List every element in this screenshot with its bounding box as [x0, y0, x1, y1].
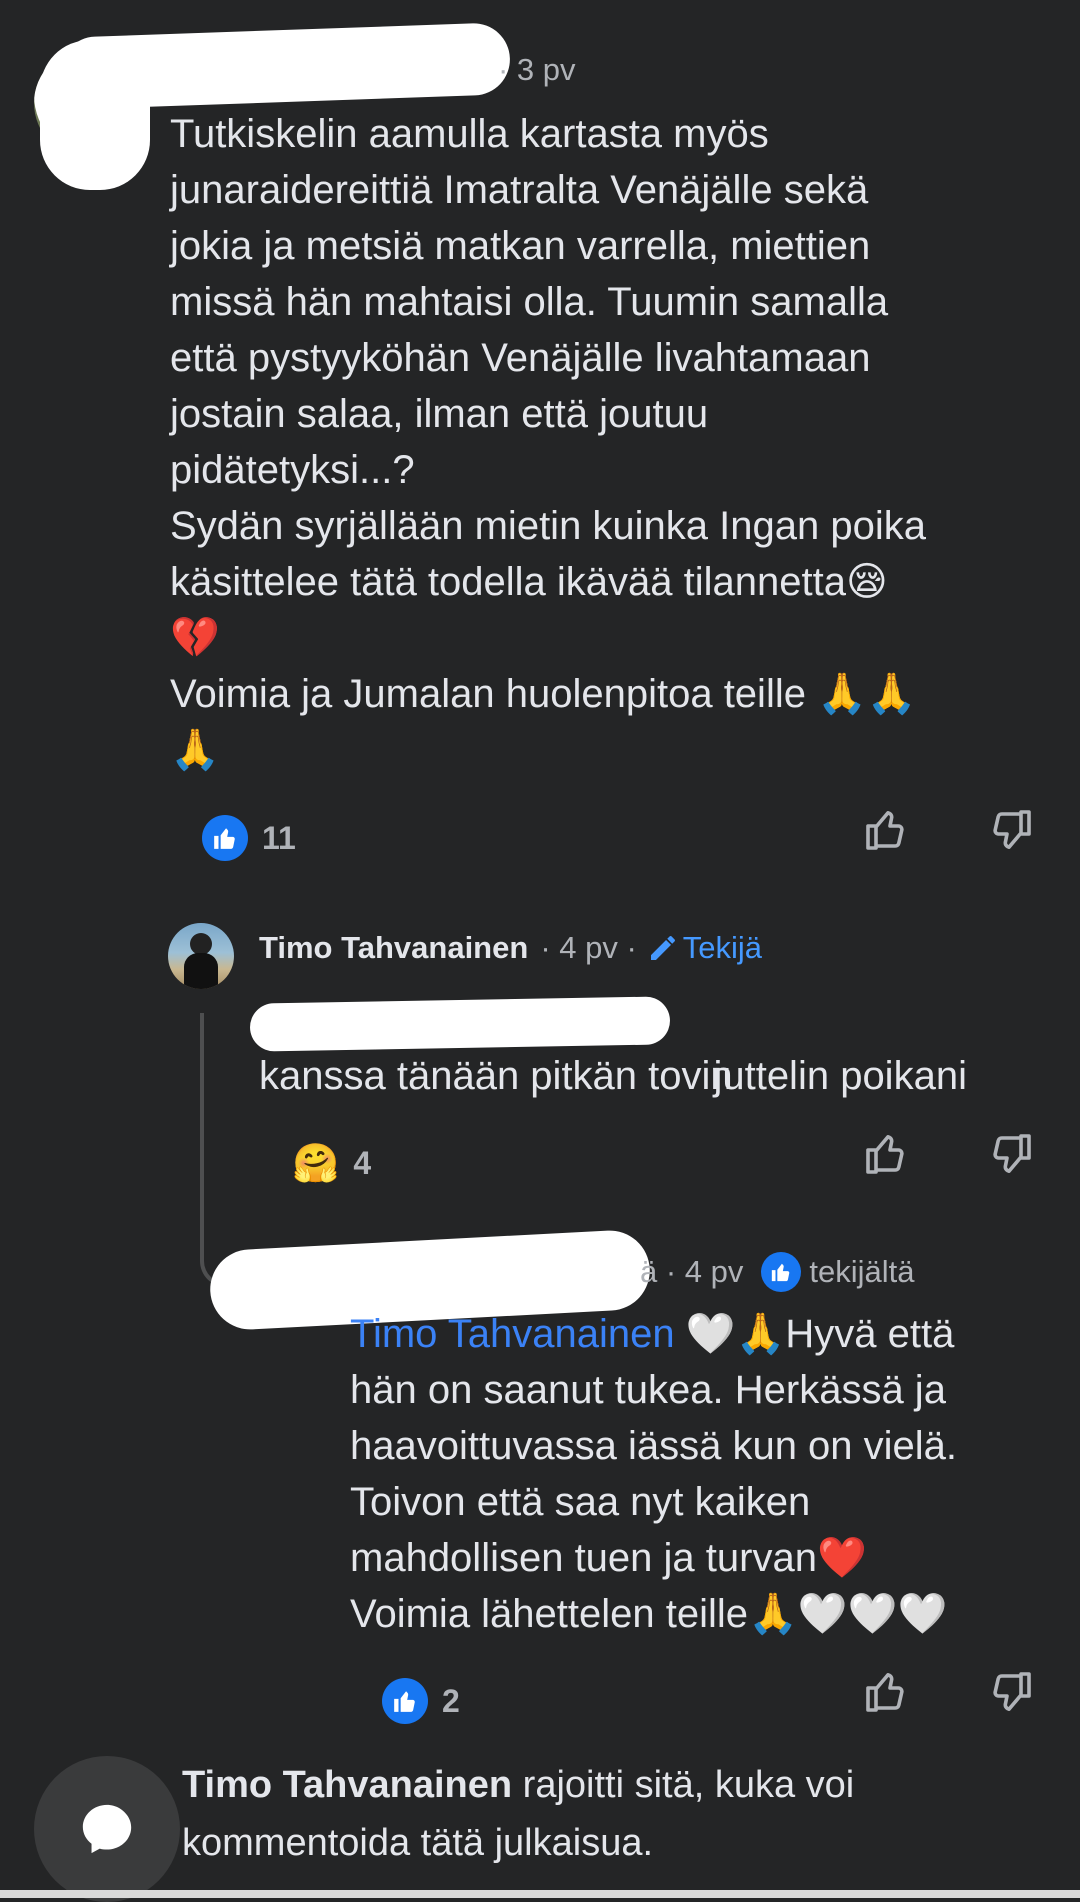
- reply1-author[interactable]: Timo Tahvanainen: [259, 930, 528, 966]
- comment1-line: jostain salaa, ilman että joutuu: [170, 392, 709, 436]
- thumbs-up-icon: [866, 811, 904, 850]
- redacted-mention-reply1: [249, 996, 671, 1052]
- reply2-time: ä · 4 pv: [640, 1254, 744, 1289]
- comment1-line: Voimia ja Jumalan huolenpitoa teille 🙏🙏: [170, 672, 917, 716]
- notice-author[interactable]: Timo Tahvanainen: [182, 1764, 512, 1806]
- like-reaction-icon: [761, 1252, 802, 1292]
- reply2-header: ä · 4 pv tekijältä: [640, 1252, 915, 1292]
- comment1-text: Tutkiskelin aamulla kartasta myös junara…: [170, 106, 1050, 778]
- thumbs-down-icon: [993, 810, 1031, 849]
- hug-reaction-icon: 🤗: [292, 1141, 340, 1185]
- comment1-line: missä hän mahtaisi olla. Tuumin samalla: [170, 280, 889, 324]
- reply2-upvote-button[interactable]: [862, 1668, 910, 1716]
- comment1-line: käsittelee tätä todella ikävää tilannett…: [170, 560, 888, 604]
- comment1-downvote-button[interactable]: [987, 806, 1035, 854]
- comment1-line: pidätetyksi...?: [170, 448, 415, 492]
- comment1-upvote-button[interactable]: [862, 806, 910, 854]
- reply2-line: Toivon että saa nyt kaiken: [350, 1480, 811, 1524]
- reply2-reactions[interactable]: 2: [382, 1678, 460, 1724]
- notice-line2: kommentoida tätä julkaisua.: [182, 1822, 654, 1864]
- comment1-line: 🙏: [170, 728, 220, 772]
- reply2-mention[interactable]: Timo Tahvanainen: [350, 1312, 675, 1356]
- comment1-line: Sydän syrjällään mietin kuinka Ingan poi…: [170, 504, 926, 548]
- pencil-icon: [650, 936, 675, 960]
- chat-bubble-icon: [82, 1804, 132, 1854]
- reply2-line: mahdollisen tuen ja turvan❤️: [350, 1536, 867, 1580]
- liked-by-author-label: tekijältä: [809, 1254, 915, 1289]
- reply1-header: Timo Tahvanainen · 4 pv · Tekijä: [259, 930, 762, 966]
- author-badge-label: Tekijä: [682, 930, 763, 965]
- comment1-line: 💔: [170, 616, 220, 660]
- reply1-reactions[interactable]: 🤗 4: [292, 1140, 371, 1186]
- like-reaction-icon: [202, 815, 248, 861]
- restricted-notice: Timo Tahvanainen rajoitti sitä, kuka voi…: [182, 1756, 1062, 1872]
- thumbs-up-icon: [866, 1673, 904, 1712]
- comment1-line: Tutkiskelin aamulla kartasta myös: [170, 112, 769, 156]
- like-reaction-icon: [382, 1678, 428, 1724]
- reply1-avatar[interactable]: [168, 923, 234, 989]
- thread-line: [200, 1013, 234, 1287]
- comment1-line: junaraidereittiä Imatralta Venäjälle sek…: [170, 168, 869, 212]
- reply1-upvote-button[interactable]: [862, 1130, 910, 1178]
- comment1-like-count: 11: [262, 819, 296, 856]
- reply2-downvote-button[interactable]: [987, 1668, 1035, 1716]
- reply1-line1: juttelin poikani: [713, 1054, 967, 1098]
- thumbs-down-icon: [993, 1134, 1031, 1173]
- thumbs-down-icon: [993, 1672, 1031, 1711]
- comment1-reactions[interactable]: 11: [202, 815, 296, 861]
- reply2-line: haavoittuvassa iässä kun on vielä.: [350, 1424, 958, 1468]
- comment1-time: · 3 pv: [498, 52, 576, 87]
- reply1-reaction-count: 4: [353, 1144, 372, 1181]
- comment1-line: että pystyyköhän Venäjälle livahtamaan: [170, 336, 871, 380]
- comment1-line: jokia ja metsiä matkan varrella, miettie…: [170, 224, 871, 268]
- comments-screen: { "comment1": { "time": "· 3 pv", "lines…: [0, 0, 1080, 1902]
- reply2-line: Voimia lähettelen teille🙏🤍🤍🤍: [350, 1592, 948, 1636]
- reply2-line: hän on saanut tukea. Herkässä ja: [350, 1368, 946, 1412]
- restricted-notice-icon: [34, 1756, 180, 1902]
- reply1-downvote-button[interactable]: [987, 1130, 1035, 1178]
- redacted-avatar-scribble: [40, 40, 150, 190]
- liked-by-author-badge: tekijältä: [761, 1252, 915, 1292]
- reply2-text: Timo Tahvanainen 🤍🙏Hyvä että hän on saan…: [350, 1306, 1070, 1642]
- reply2-line1-rest: 🤍🙏Hyvä että: [674, 1312, 955, 1356]
- author-badge[interactable]: Tekijä: [647, 930, 762, 966]
- thumbs-up-icon: [866, 1135, 904, 1174]
- reply1-time: · 4 pv ·: [540, 930, 637, 965]
- reply2-like-count: 2: [442, 1682, 460, 1719]
- notice-line1-rest: rajoitti sitä, kuka voi: [512, 1764, 855, 1806]
- bottom-edge-bar: [0, 1890, 1080, 1898]
